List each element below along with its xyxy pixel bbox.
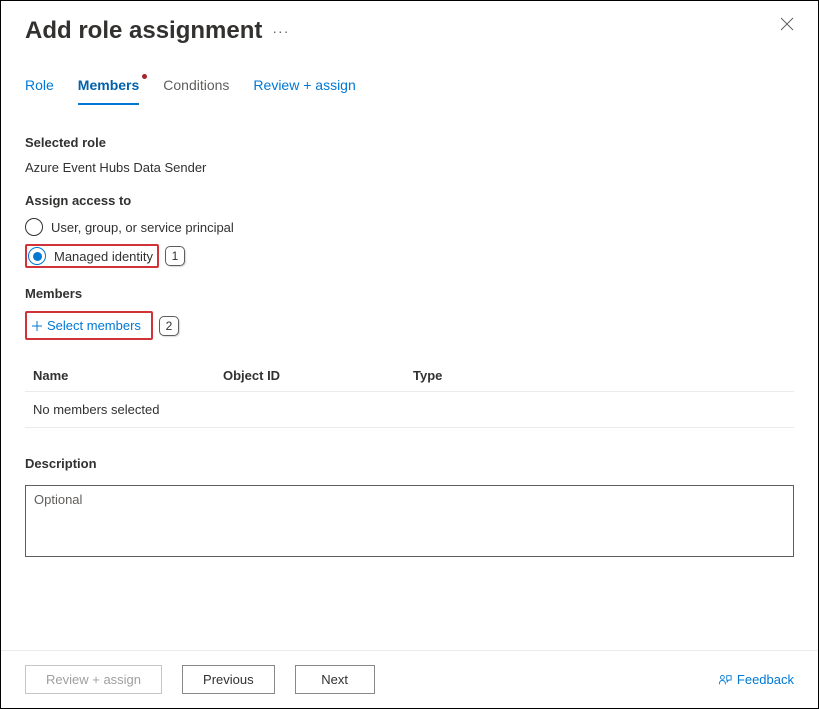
tab-indicator-icon <box>142 74 147 79</box>
previous-button[interactable]: Previous <box>182 665 275 694</box>
review-assign-button: Review + assign <box>25 665 162 694</box>
select-members-link[interactable]: Select members <box>28 314 147 337</box>
feedback-text: Feedback <box>737 672 794 687</box>
callout-box-2: Select members <box>25 311 153 340</box>
page-title: Add role assignment <box>25 17 262 45</box>
col-header-type: Type <box>413 368 786 383</box>
radio-managed-identity-label: Managed identity <box>54 249 153 264</box>
feedback-link[interactable]: Feedback <box>718 672 794 687</box>
radio-icon <box>28 247 46 265</box>
description-label: Description <box>25 456 794 471</box>
tab-review[interactable]: Review + assign <box>253 77 355 105</box>
feedback-icon <box>718 673 732 687</box>
selected-role-label: Selected role <box>25 135 794 150</box>
tab-members-label: Members <box>78 77 139 93</box>
radio-user-group[interactable]: User, group, or service principal <box>25 218 794 236</box>
select-members-text: Select members <box>47 318 141 333</box>
close-icon <box>780 17 794 31</box>
selected-role-value: Azure Event Hubs Data Sender <box>25 160 794 175</box>
description-input[interactable] <box>25 485 794 557</box>
col-header-id: Object ID <box>223 368 413 383</box>
radio-user-group-label: User, group, or service principal <box>51 220 234 235</box>
callout-box-1: Managed identity <box>25 244 159 268</box>
close-button[interactable] <box>780 17 796 33</box>
radio-icon <box>25 218 43 236</box>
empty-state-text: No members selected <box>33 402 159 417</box>
next-button[interactable]: Next <box>295 665 375 694</box>
members-table: Name Object ID Type No members selected <box>25 360 794 428</box>
col-header-name: Name <box>33 368 223 383</box>
plus-icon <box>31 320 43 332</box>
more-icon[interactable]: ··· <box>272 23 289 39</box>
callout-number-1: 1 <box>165 246 185 266</box>
members-label: Members <box>25 286 794 301</box>
assign-access-label: Assign access to <box>25 193 794 208</box>
tab-members[interactable]: Members <box>78 77 139 105</box>
radio-managed-identity[interactable]: Managed identity <box>28 247 153 265</box>
table-row-empty: No members selected <box>25 392 794 428</box>
tab-role[interactable]: Role <box>25 77 54 105</box>
tab-conditions: Conditions <box>163 77 229 105</box>
callout-number-2: 2 <box>159 316 179 336</box>
